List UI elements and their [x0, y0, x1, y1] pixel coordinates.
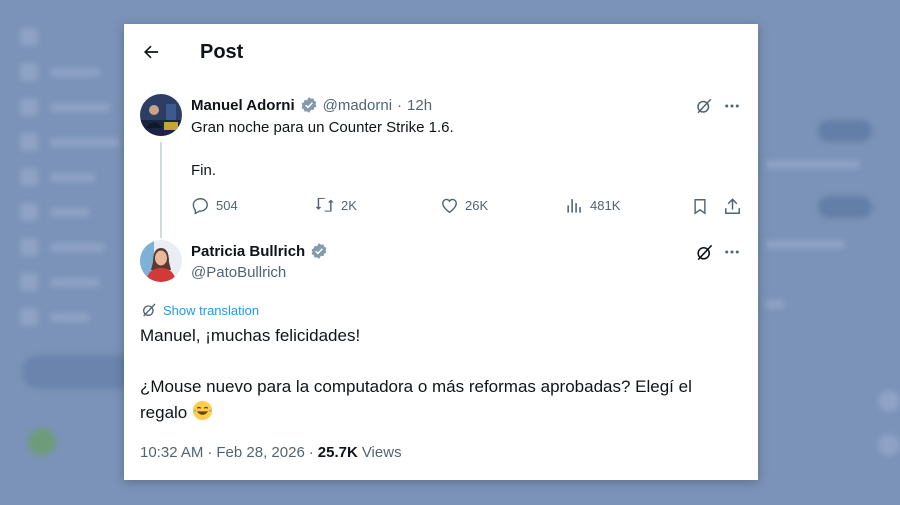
like-action[interactable]: 26K — [440, 196, 488, 215]
post-text-line-2: ¿Mouse nuevo para la computadora o más r… — [140, 377, 692, 396]
views-label: Views — [361, 444, 402, 461]
views-icon — [567, 199, 581, 213]
repost-action[interactable]: 2K — [315, 196, 357, 215]
bookmark-button[interactable] — [688, 194, 712, 218]
reply-count: 504 — [216, 198, 238, 213]
more-options-button[interactable] — [720, 94, 744, 118]
share-icon — [724, 197, 740, 214]
author-name[interactable]: Patricia Bullrich — [191, 243, 305, 260]
bookmark-icon — [694, 198, 706, 215]
translate-icon — [143, 303, 156, 317]
more-icon — [725, 104, 739, 108]
reply-text-line-2: Fin. — [191, 162, 217, 179]
like-count: 26K — [465, 198, 489, 213]
meta-separator: · — [308, 444, 314, 461]
author-handle[interactable]: @PatoBullrich — [191, 264, 286, 281]
repost-icon — [315, 197, 334, 212]
page-title: Post — [200, 41, 244, 63]
avatar-manuel-adorni[interactable] — [140, 94, 182, 136]
post-detail-card: Post Manuel Adorni @madorni · 12h Gran n… — [124, 24, 758, 480]
views-action[interactable]: 481K — [565, 196, 620, 215]
reply-action[interactable]: 504 — [191, 196, 238, 215]
grok-button[interactable] — [692, 94, 716, 118]
meta-separator: · — [397, 96, 403, 114]
background-sidebar — [20, 28, 120, 345]
reply-text-line-1: Gran noche para un Counter Strike 1.6. — [191, 119, 454, 136]
views-count: 481K — [590, 198, 621, 213]
grok-button[interactable] — [692, 240, 716, 264]
verified-badge-icon — [300, 96, 318, 114]
thread-line — [160, 142, 162, 238]
post-time[interactable]: 10:32 AM — [140, 444, 203, 461]
views-count: 25.7K — [317, 444, 358, 461]
more-options-button[interactable] — [720, 240, 744, 264]
author-name[interactable]: Manuel Adorni — [191, 97, 295, 114]
repost-count: 2K — [341, 198, 357, 213]
post-text-line-1: Manuel, ¡muchas felicidades! — [140, 326, 361, 345]
grok-icon — [697, 98, 712, 114]
laughing-emoji-icon — [192, 400, 213, 428]
show-translation-label: Show translation — [163, 302, 260, 318]
author-handle[interactable]: @madorni — [323, 97, 392, 114]
post-text-line-3: regalo — [140, 400, 213, 428]
more-icon — [725, 250, 739, 254]
verified-badge-icon — [310, 242, 328, 260]
meta-separator: · — [207, 444, 213, 461]
post-timestamp-row: 10:32 AM · Feb 28, 2026 · 25.7K Views — [140, 444, 402, 461]
back-arrow-icon — [144, 45, 159, 59]
reply-author-row: Manuel Adorni @madorni · 12h — [191, 96, 432, 114]
post-date[interactable]: Feb 28, 2026 — [216, 444, 304, 461]
back-button[interactable] — [138, 39, 164, 65]
reply-icon — [192, 198, 208, 215]
grok-icon — [696, 244, 712, 260]
avatar-patricia-bullrich[interactable] — [140, 240, 182, 282]
show-translation-link[interactable]: Show translation — [141, 302, 259, 318]
post-author-row: Patricia Bullrich — [191, 242, 328, 260]
post-text-word: regalo — [140, 403, 188, 422]
post-time[interactable]: 12h — [407, 97, 432, 114]
share-button[interactable] — [720, 194, 744, 218]
like-icon — [442, 198, 457, 214]
